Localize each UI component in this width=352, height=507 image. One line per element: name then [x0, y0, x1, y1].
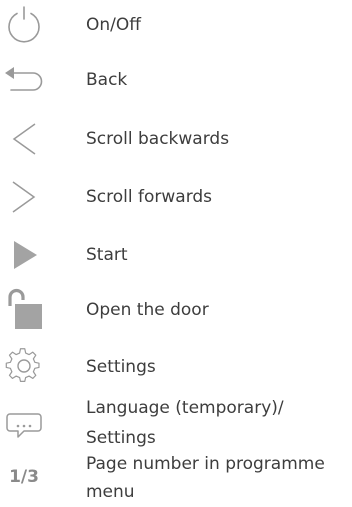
legend-label-back: Back — [86, 70, 128, 90]
legend-label-settings: Settings — [86, 357, 156, 377]
chevron-right-icon — [0, 178, 48, 216]
legend-label-scroll-forwards: Scroll forwards — [86, 187, 213, 207]
icon-legend: On/Off Back Scroll backwards Scroll forw… — [0, 0, 352, 507]
unlock-icon — [0, 286, 48, 332]
page-number-text: 1/3 — [9, 467, 39, 487]
legend-label-open-door: Open the door — [86, 300, 209, 320]
legend-label-start: Start — [86, 245, 128, 265]
play-icon — [0, 238, 48, 272]
legend-label-page-number-line1: Page number in programme — [86, 454, 325, 474]
legend-label-page-number-line2: menu — [86, 482, 135, 502]
legend-label-language-line1: Language (temporary)/ — [86, 398, 284, 418]
legend-label-scroll-backwards: Scroll backwards — [86, 129, 230, 149]
legend-label-language-line2: Settings — [86, 428, 156, 448]
gear-icon — [0, 346, 48, 386]
power-icon — [0, 6, 48, 44]
page-number-icon: 1/3 — [0, 462, 48, 492]
back-arrow-icon — [0, 64, 48, 96]
legend-label-on-off: On/Off — [86, 15, 141, 35]
speech-bubble-icon — [0, 410, 48, 442]
chevron-left-icon — [0, 120, 48, 158]
